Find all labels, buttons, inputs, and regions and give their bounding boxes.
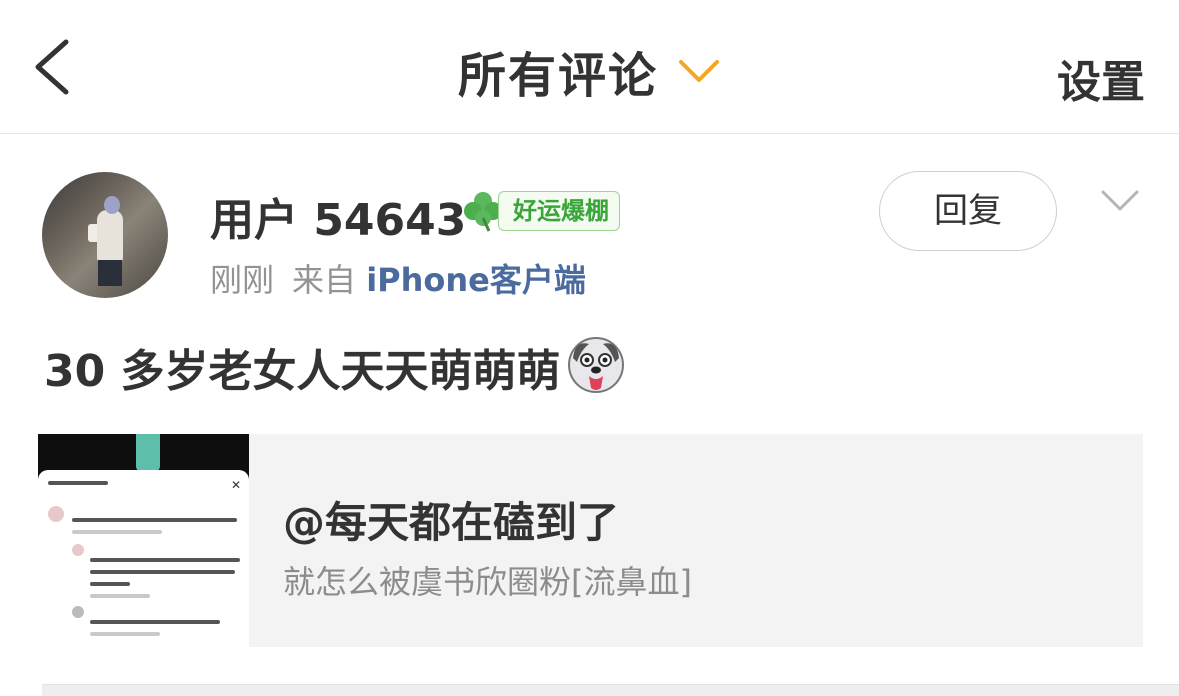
source-client: iPhone客户端 [366,261,586,299]
avatar[interactable] [42,172,168,298]
quoted-post-card[interactable]: ✕ @每天都在磕到了 就怎么被虞书欣圈粉[流鼻血] [38,434,1143,647]
chevron-down-icon[interactable] [1100,189,1140,213]
title-dropdown[interactable]: 所有评论 [0,36,1179,106]
quoted-post-title: @每天都在磕到了 [283,498,620,547]
dog-emoji-icon [567,337,624,393]
timestamp: 刚刚 [210,261,275,299]
chevron-down-icon [679,60,720,82]
status-badge[interactable]: 好运爆棚 [498,191,620,231]
settings-button[interactable]: 设置 [1057,46,1145,110]
page-title: 所有评论 [457,48,658,104]
comment-body: 30 多岁老女人天天萌萌萌 [44,346,561,397]
divider [42,684,1179,696]
top-nav-bar: 所有评论 设置 [0,0,1179,134]
comment-meta: 刚刚 来自 iPhone客户端 [210,255,586,301]
source-prefix: 来自 [292,261,357,299]
post-thumbnail: ✕ [38,434,249,647]
comment-text: 30 多岁老女人天天萌萌萌 [44,335,625,399]
quoted-post-subtitle: 就怎么被虞书欣圈粉[流鼻血] [283,563,692,601]
username[interactable]: 用户 54643 [210,184,466,248]
reply-button[interactable]: 回复 [879,171,1057,251]
close-icon: ✕ [230,478,241,492]
